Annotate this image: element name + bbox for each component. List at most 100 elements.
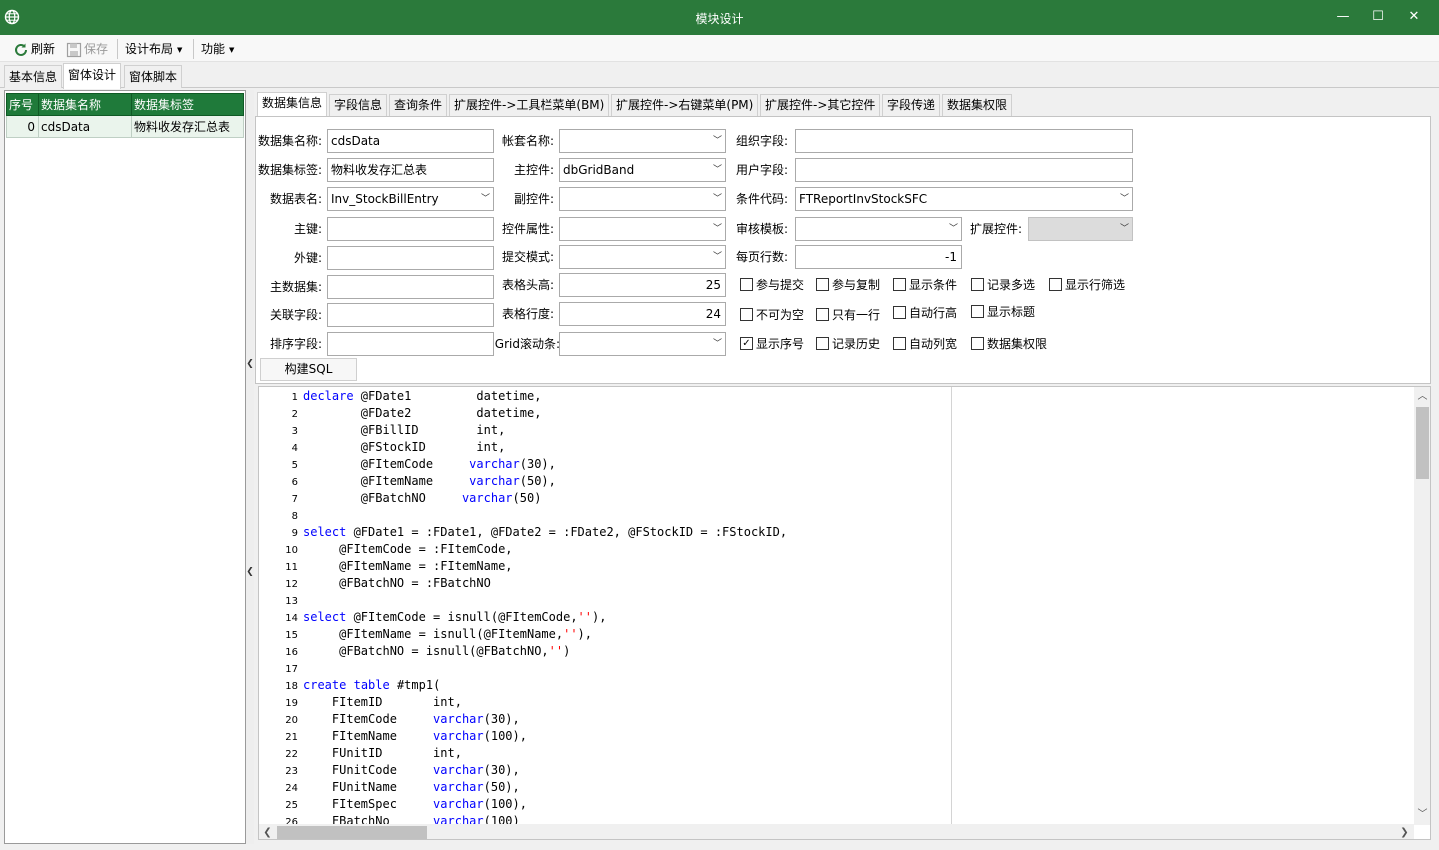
checkbox-box[interactable]: [893, 337, 906, 350]
scrollbar-thumb[interactable]: [1416, 407, 1429, 479]
sql-editor[interactable]: 1 declare @FDate1 datetime, 2 @FDate2 date…: [258, 386, 1431, 840]
tab-dataset-info[interactable]: 数据集信息: [257, 92, 328, 117]
collapse-left-icon[interactable]: ❮: [246, 358, 254, 370]
condition-code-select[interactable]: FTReportInvStockSFC ﹀: [795, 187, 1133, 211]
chevron-down-icon[interactable]: ﹀: [713, 246, 722, 268]
checkbox-auto-col-width[interactable]: 自动列宽: [893, 336, 957, 352]
code-line[interactable]: 20 FItemCode varchar(30),: [259, 711, 951, 728]
scroll-down-icon[interactable]: ﹀: [1415, 807, 1430, 822]
scroll-up-icon[interactable]: ︿: [1415, 389, 1430, 404]
tab-query-conditions[interactable]: 查询条件: [389, 94, 448, 116]
code-line[interactable]: 1 declare @FDate1 datetime,: [259, 388, 951, 405]
code-line[interactable]: 26 FBatchNo varchar(100): [259, 813, 951, 824]
chevron-down-icon[interactable]: ﹀: [481, 188, 490, 210]
close-button[interactable]: ✕: [1404, 8, 1424, 26]
audit-template-select[interactable]: ﹀: [795, 217, 962, 241]
code-line[interactable]: 11 @FItemName = :FItemName,: [259, 558, 951, 575]
horizontal-scrollbar[interactable]: ❮ ❯: [259, 824, 1414, 839]
checkbox-single-row[interactable]: 只有一行: [816, 307, 880, 323]
cell-dataset-tag[interactable]: 物料收发存汇总表: [131, 115, 244, 138]
checkbox-box[interactable]: [971, 305, 984, 318]
code-line[interactable]: 24 FUnitName varchar(50),: [259, 779, 951, 796]
code-line[interactable]: 5 @FItemCode varchar(30),: [259, 456, 951, 473]
code-line[interactable]: 6 @FItemName varchar(50),: [259, 473, 951, 490]
code-line[interactable]: 13: [259, 592, 951, 609]
checkbox-row-filter[interactable]: 显示行筛选: [1049, 277, 1125, 293]
design-layout-menu[interactable]: 设计布局 ▼: [125, 40, 182, 58]
code-line[interactable]: 10 @FItemCode = :FItemCode,: [259, 541, 951, 558]
scroll-left-icon[interactable]: ❮: [260, 825, 275, 839]
org-field-input[interactable]: [795, 129, 1133, 153]
chevron-down-icon[interactable]: ﹀: [949, 218, 958, 240]
account-name-select[interactable]: ﹀: [559, 129, 726, 153]
code-line[interactable]: 4 @FStockID int,: [259, 439, 951, 456]
chevron-down-icon[interactable]: ﹀: [713, 333, 722, 355]
chevron-down-icon[interactable]: ﹀: [1120, 218, 1129, 240]
link-field-input[interactable]: [327, 303, 494, 327]
user-field-input[interactable]: [795, 158, 1133, 182]
checkbox-not-null[interactable]: 不可为空: [740, 307, 804, 323]
col-header-dataset-name[interactable]: 数据集名称: [38, 93, 132, 116]
grid-scroll-select[interactable]: ﹀: [559, 332, 726, 356]
checkbox-box[interactable]: [893, 306, 906, 319]
checkbox-box[interactable]: [971, 278, 984, 291]
scroll-right-icon[interactable]: ❯: [1397, 825, 1412, 839]
checkbox-box[interactable]: [971, 337, 984, 350]
tab-form-script[interactable]: 窗体脚本: [124, 65, 183, 88]
checkbox-box[interactable]: [740, 308, 753, 321]
chevron-down-icon[interactable]: ﹀: [713, 188, 722, 210]
checkbox-show-index[interactable]: ✓ 显示序号: [740, 336, 804, 352]
checkbox-show-title[interactable]: 显示标题: [971, 304, 1035, 320]
checkbox-box[interactable]: [816, 337, 829, 350]
tab-basic-info[interactable]: 基本信息: [4, 65, 63, 88]
code-line[interactable]: 19 FItemID int,: [259, 694, 951, 711]
dataset-tag-field[interactable]: 物料收发存汇总表: [327, 158, 494, 182]
sql-code-lines[interactable]: 1 declare @FDate1 datetime, 2 @FDate2 date…: [259, 388, 951, 824]
checkbox-box[interactable]: [816, 278, 829, 291]
dataset-name-field[interactable]: cdsData: [327, 129, 494, 153]
code-line[interactable]: 7 @FBatchNO varchar(50): [259, 490, 951, 507]
code-line[interactable]: 15 @FItemName = isnull(@FItemName,''),: [259, 626, 951, 643]
code-line[interactable]: 21 FItemName varchar(100),: [259, 728, 951, 745]
code-line[interactable]: 2 @FDate2 datetime,: [259, 405, 951, 422]
code-line[interactable]: 9 select @FDate1 = :FDate1, @FDate2 = :FD…: [259, 524, 951, 541]
cell-index[interactable]: 0: [6, 115, 39, 138]
primary-key-field[interactable]: [327, 217, 494, 241]
sub-control-select[interactable]: ﹀: [559, 187, 726, 211]
checkbox-box[interactable]: [893, 278, 906, 291]
checkbox-auto-row-height[interactable]: 自动行高: [893, 305, 957, 321]
table-row[interactable]: 0 cdsData 物料收发存汇总表: [6, 115, 244, 138]
checkbox-participate-copy[interactable]: 参与复制: [816, 277, 880, 293]
panel-splitter[interactable]: ❮ ❮: [246, 90, 254, 844]
chevron-down-icon[interactable]: ﹀: [713, 130, 722, 152]
functions-menu[interactable]: 功能 ▼: [201, 40, 234, 58]
maximize-button[interactable]: ☐: [1368, 8, 1388, 26]
tab-ext-context-menu[interactable]: 扩展控件->右键菜单(PM): [611, 94, 759, 116]
checkbox-participate-submit[interactable]: 参与提交: [740, 277, 804, 293]
checkbox-box[interactable]: [816, 308, 829, 321]
col-header-index[interactable]: 序号: [6, 93, 39, 116]
checkbox-record-history[interactable]: 记录历史: [816, 336, 880, 352]
refresh-button[interactable]: 刷新: [13, 40, 55, 58]
header-height-field[interactable]: 25: [559, 273, 726, 297]
checkbox-dataset-permission[interactable]: 数据集权限: [971, 336, 1047, 352]
tab-form-design[interactable]: 窗体设计: [63, 63, 122, 89]
code-line[interactable]: 22 FUnitID int,: [259, 745, 951, 762]
tab-ext-toolbar-menu[interactable]: 扩展控件->工具栏菜单(BM): [449, 94, 610, 116]
code-line[interactable]: 8: [259, 507, 951, 524]
checkmark-icon[interactable]: ✓: [740, 337, 753, 350]
build-sql-button[interactable]: 构建SQL: [260, 358, 357, 381]
table-name-select[interactable]: Inv_StockBillEntry ﹀: [327, 187, 494, 211]
code-line[interactable]: 3 @FBillID int,: [259, 422, 951, 439]
tab-field-info[interactable]: 字段信息: [329, 94, 388, 116]
checkbox-box[interactable]: [740, 278, 753, 291]
vertical-scrollbar[interactable]: ︿ ﹀: [1414, 387, 1430, 825]
main-control-select[interactable]: dbGridBand ﹀: [559, 158, 726, 182]
checkbox-multi-select[interactable]: 记录多选: [971, 277, 1035, 293]
cell-dataset-name[interactable]: cdsData: [38, 115, 132, 138]
code-line[interactable]: 14 select @FItemCode = isnull(@FItemCode,…: [259, 609, 951, 626]
code-line[interactable]: 12 @FBatchNO = :FBatchNO: [259, 575, 951, 592]
save-button[interactable]: 保存: [66, 40, 108, 58]
col-header-dataset-tag[interactable]: 数据集标签: [131, 93, 244, 116]
tab-ext-other-controls[interactable]: 扩展控件->其它控件: [760, 94, 881, 116]
